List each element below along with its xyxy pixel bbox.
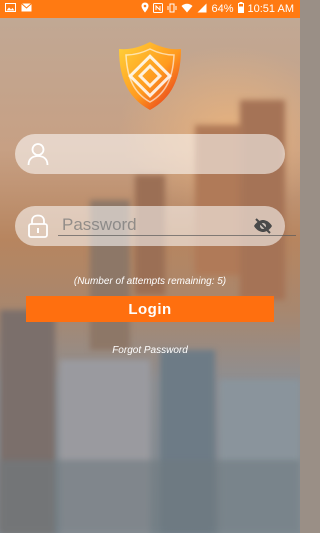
battery-icon [237, 2, 244, 16]
clock: 10:51 AM [247, 3, 294, 15]
mail-icon [21, 3, 32, 15]
password-field[interactable] [15, 206, 296, 246]
username-input[interactable] [60, 140, 244, 166]
password-underline [58, 235, 296, 236]
location-icon [141, 2, 149, 16]
user-icon [27, 142, 49, 166]
vibrate-icon [167, 3, 177, 16]
shield-logo-icon [116, 40, 184, 112]
username-field[interactable] [15, 134, 285, 174]
status-bar: 64% 10:51 AM [0, 0, 300, 18]
nfc-icon [153, 2, 164, 16]
attempts-remaining-text: (Number of attempts remaining: 5) [73, 276, 227, 287]
image-icon [5, 3, 16, 15]
eye-off-icon[interactable] [253, 218, 273, 234]
wifi-icon [181, 3, 193, 16]
login-button[interactable]: Login [26, 296, 274, 322]
battery-percent: 64% [211, 3, 234, 15]
lock-icon [27, 214, 49, 238]
signal-icon [197, 3, 207, 16]
forgot-password-link[interactable]: Forgot Password [0, 345, 300, 356]
